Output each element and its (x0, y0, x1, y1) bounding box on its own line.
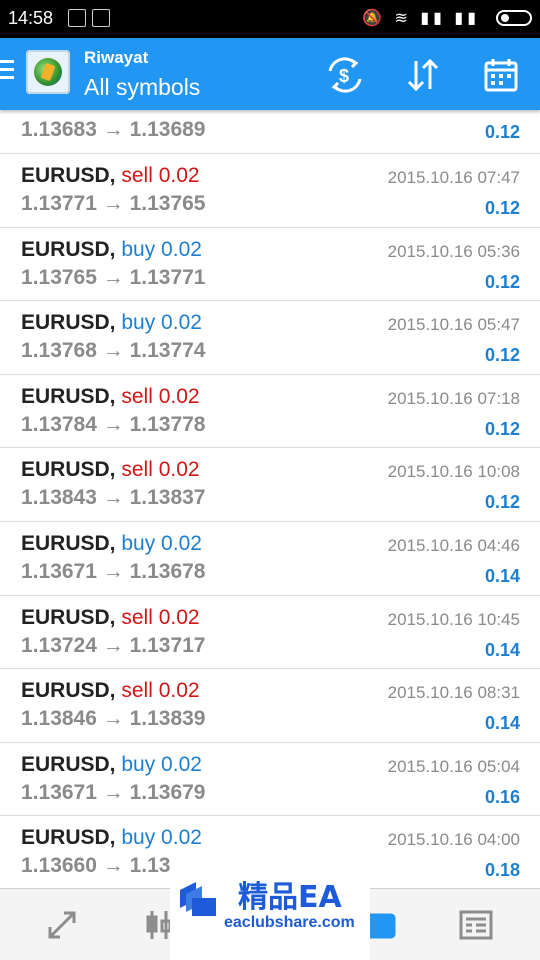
menu-icon[interactable] (0, 60, 14, 84)
profit-value: 0.18 (484, 860, 520, 881)
profit-value: 0.12 (484, 122, 520, 142)
status-bar: 14:58 🔕 ≋ ▮▮ ▮▮ (0, 0, 540, 38)
symbol-label: EURUSD, (21, 679, 116, 703)
profit-value: 0.12 (484, 345, 520, 366)
symbol-label: EURUSD, (21, 164, 116, 187)
list-item[interactable]: EURUSD, buy 0.02 1.13671 → 1.13679 2015.… (0, 743, 540, 817)
trade-time: 2015.10.16 10:08 (387, 462, 520, 482)
symbol-label: EURUSD, (21, 826, 116, 850)
symbol-filter[interactable]: All symbols (84, 74, 200, 101)
profit-value: 0.12 (484, 492, 520, 513)
battery-icon (496, 10, 532, 26)
trade-title: EURUSD, sell 0.02 (21, 458, 200, 482)
watermark-cn: 精品EA (238, 880, 342, 915)
trade-title: EURUSD, sell 0.02 (21, 385, 200, 409)
price-range: 1.13765 → 1.13771 (21, 265, 206, 289)
symbol-label: EURUSD, (21, 752, 116, 776)
photo-notification-icon (68, 9, 86, 27)
symbol-label: EURUSD, (21, 311, 116, 335)
list-item[interactable]: EURUSD, sell 0.02 1.13784 → 1.13778 2015… (0, 375, 540, 449)
trade-side: sell 0.02 (121, 679, 200, 703)
trade-time: 2015.10.16 08:31 (387, 683, 520, 703)
trade-time: 2015.10.16 04:00 (387, 830, 520, 850)
trade-title: EURUSD, buy 0.02 (21, 238, 202, 262)
symbol-label: EURUSD, (21, 605, 116, 629)
price-range: 1.13671 → 1.13678 (21, 559, 206, 583)
list-item[interactable]: EURUSD, buy 0.02 1.13768 → 1.13774 2015.… (0, 301, 540, 375)
price-range: 1.13771 → 1.13765 (21, 192, 206, 215)
trade-icon[interactable] (44, 907, 80, 943)
app-notification-icon (92, 9, 110, 27)
price-range: 1.13843 → 1.13837 (21, 486, 206, 510)
profit-value: 0.16 (484, 786, 520, 807)
trade-side: sell 0.02 (121, 164, 200, 187)
currency-exchange-icon[interactable]: $ (324, 54, 366, 96)
trade-time: 2015.10.16 04:46 (387, 535, 520, 555)
trade-title: EURUSD, buy 0.02 (21, 532, 202, 556)
price-range: 1.13660 → 1.13 (21, 854, 171, 878)
symbol-label: EURUSD, (21, 384, 116, 408)
symbol-label: EURUSD, (21, 237, 116, 261)
list-item[interactable]: EURUSD, sell 0.02 1.13843 → 1.13837 2015… (0, 448, 540, 522)
trade-side: buy 0.02 (121, 311, 202, 335)
profit-value: 0.12 (484, 271, 520, 292)
price-range: 1.13846 → 1.13839 (21, 707, 206, 731)
profit-value: 0.12 (484, 418, 520, 439)
svg-text:$: $ (339, 66, 349, 86)
list-item[interactable]: EURUSD, buy 0.02 1.13765 → 1.13771 2015.… (0, 228, 540, 302)
trade-side: sell 0.02 (121, 384, 200, 408)
trade-title: EURUSD, buy 0.02 (21, 311, 202, 335)
price-range: 1.13724 → 1.13717 (21, 633, 206, 657)
trade-title: EURUSD, sell 0.02 (21, 606, 200, 630)
app-logo[interactable] (26, 50, 70, 94)
trade-title: EURUSD, sell 0.02 (21, 679, 200, 703)
list-item[interactable]: EURUSD, buy 0.02 1.13671 → 1.13678 2015.… (0, 522, 540, 596)
trade-time: 2015.10.16 07:18 (387, 388, 520, 408)
watermark-url: eaclubshare.com (224, 914, 355, 931)
symbol-label: EURUSD, (21, 531, 116, 555)
symbol-label: EURUSD, (21, 458, 116, 482)
list-item[interactable]: EURUSD, sell 0.02 1.13771 → 1.13765 2015… (0, 154, 540, 228)
price-range: 1.13683 → 1.13689 (21, 118, 206, 141)
trade-time: 2015.10.16 10:45 (387, 609, 520, 629)
watermark-logo (176, 878, 220, 922)
trade-side: sell 0.02 (121, 605, 200, 629)
trade-title: EURUSD, buy 0.02 (21, 826, 202, 850)
calendar-icon[interactable] (480, 54, 522, 96)
price-range: 1.13784 → 1.13778 (21, 412, 206, 436)
signal-icons: 🔕 ≋ ▮▮ ▮▮ (362, 10, 480, 27)
news-icon[interactable] (458, 907, 494, 943)
trade-side: buy 0.02 (121, 752, 202, 776)
trade-time: 2015.10.16 05:47 (387, 315, 520, 335)
list-item[interactable]: EURUSD, sell 0.02 1.13724 → 1.13717 2015… (0, 596, 540, 670)
status-time: 14:58 (8, 8, 54, 28)
trade-side: buy 0.02 (121, 826, 202, 850)
list-item[interactable]: EURUSD, sell 0.02 1.13846 → 1.13839 2015… (0, 669, 540, 743)
trade-title: EURUSD, sell 0.02 (21, 164, 200, 188)
history-list[interactable]: 1.13683 → 1.13689 0.12 EURUSD, sell 0.02… (0, 96, 540, 888)
trade-time: 2015.10.16 05:36 (387, 241, 520, 261)
profit-value: 0.12 (484, 198, 520, 218)
watermark: 精品EA eaclubshare.com (170, 860, 370, 960)
profit-value: 0.14 (484, 565, 520, 586)
trade-side: buy 0.02 (121, 237, 202, 261)
price-range: 1.13671 → 1.13679 (21, 780, 206, 804)
trade-time: 2015.10.16 07:47 (387, 168, 520, 187)
sort-icon[interactable] (402, 54, 444, 96)
trade-time: 2015.10.16 05:04 (387, 756, 520, 776)
trade-side: buy 0.02 (121, 531, 202, 555)
trade-title: EURUSD, buy 0.02 (21, 753, 202, 777)
profit-value: 0.14 (484, 639, 520, 660)
profit-value: 0.14 (484, 713, 520, 734)
page-title: Riwayat (84, 48, 149, 67)
price-range: 1.13768 → 1.13774 (21, 339, 206, 363)
trade-side: sell 0.02 (121, 458, 200, 482)
app-bar: Riwayat All symbols $ (0, 38, 540, 110)
